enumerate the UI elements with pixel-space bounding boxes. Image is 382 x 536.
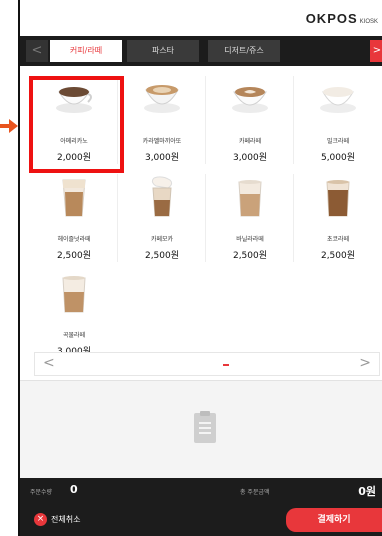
menu-item-caramel-macchiato[interactable]: 카라멜마끼아또 3,000원 <box>118 72 206 167</box>
menu-item-price: 3,000원 <box>144 153 180 163</box>
pointer-arrow-icon <box>0 119 18 133</box>
menu-item-price: 5,000원 <box>320 153 356 163</box>
close-icon: × <box>34 513 47 526</box>
order-amount-value: 0원 <box>358 485 376 498</box>
choco-latte-glass-icon <box>326 180 350 217</box>
order-qty-label: 주문수량 <box>30 489 53 496</box>
menu-item-name: 카페모카 <box>150 236 174 243</box>
vanilla-latte-glass-icon <box>238 180 262 217</box>
menu-item-grain-latte[interactable]: 곡물라떼 3,000원 <box>30 266 118 361</box>
menu-item-price: 2,500원 <box>320 251 356 261</box>
page-prev-button[interactable]: < <box>43 355 55 371</box>
page-indicator <box>223 364 229 366</box>
menu-item-name: 바닐라라떼 <box>236 236 264 243</box>
menu-item-hazelnut-latte[interactable]: 헤이즐넛라떼 2,500원 <box>30 170 118 265</box>
grain-latte-glass-icon <box>62 276 86 313</box>
mocha-cream-glass-icon <box>151 176 173 217</box>
tabs-next-button[interactable]: > <box>370 40 382 62</box>
menu-pager: < > <box>34 352 380 376</box>
order-summary: 주문수량 0 총 주문금액 0원 <box>20 478 382 504</box>
menu-item-name: 카라멜마끼아또 <box>142 138 182 145</box>
menu-item-vanilla-latte[interactable]: 바닐라라떼 2,500원 <box>206 170 294 265</box>
cancel-all-button[interactable]: × 전체취소 <box>34 513 80 526</box>
kiosk-screen: OKPOS KIOSK < 커피/라떼 파스타 디저트/쥬스 > 아메리카노 2,… <box>18 0 382 536</box>
tab-dessert-juice[interactable]: 디저트/쥬스 <box>208 40 280 62</box>
order-amount-label: 총 주문금액 <box>240 489 270 496</box>
latte-art-cup-icon <box>232 87 268 113</box>
menu-item-name: 헤이즐넛라떼 <box>57 236 91 243</box>
page-next-button[interactable]: > <box>359 355 371 371</box>
cancel-all-label: 전체취소 <box>51 515 81 524</box>
latte-cup-icon <box>144 85 180 113</box>
tabs-prev-button[interactable]: < <box>26 40 48 62</box>
category-tabs: < 커피/라떼 파스타 디저트/쥬스 > <box>20 36 382 66</box>
menu-item-price: 2,500원 <box>144 251 180 261</box>
menu-item-cafe-mocha[interactable]: 카페모카 2,500원 <box>118 170 206 265</box>
order-actions: × 전체취소 결제하기 <box>20 504 382 536</box>
order-qty-value: 0 <box>70 483 78 496</box>
menu-item-name: 초코라떼 <box>326 236 350 243</box>
tab-pasta[interactable]: 파스타 <box>127 40 199 62</box>
menu-item-price: 2,500원 <box>232 251 268 261</box>
iced-latte-glass-icon <box>62 179 86 217</box>
milk-cup-icon <box>320 87 356 113</box>
menu-item-milk-latte[interactable]: 밀크라떼 5,000원 <box>294 72 382 167</box>
clipboard-icon <box>194 411 216 443</box>
menu-item-choco-latte[interactable]: 초코라떼 2,500원 <box>294 170 382 265</box>
order-cart-area <box>20 380 382 478</box>
menu-item-name: 밀크라떼 <box>326 138 350 145</box>
menu-item-cafe-latte[interactable]: 카페라떼 3,000원 <box>206 72 294 167</box>
menu-item-price: 3,000원 <box>232 153 268 163</box>
menu-item-price: 2,500원 <box>56 251 92 261</box>
selection-highlight <box>29 76 124 173</box>
menu-item-name: 곡물라떼 <box>62 332 86 339</box>
menu-item-name: 카페라떼 <box>238 138 262 145</box>
tab-coffee-latte[interactable]: 커피/라떼 <box>50 40 122 62</box>
brand-logo: OKPOS KIOSK <box>305 11 378 26</box>
header: OKPOS KIOSK <box>20 0 382 36</box>
pay-button[interactable]: 결제하기 <box>286 508 382 532</box>
